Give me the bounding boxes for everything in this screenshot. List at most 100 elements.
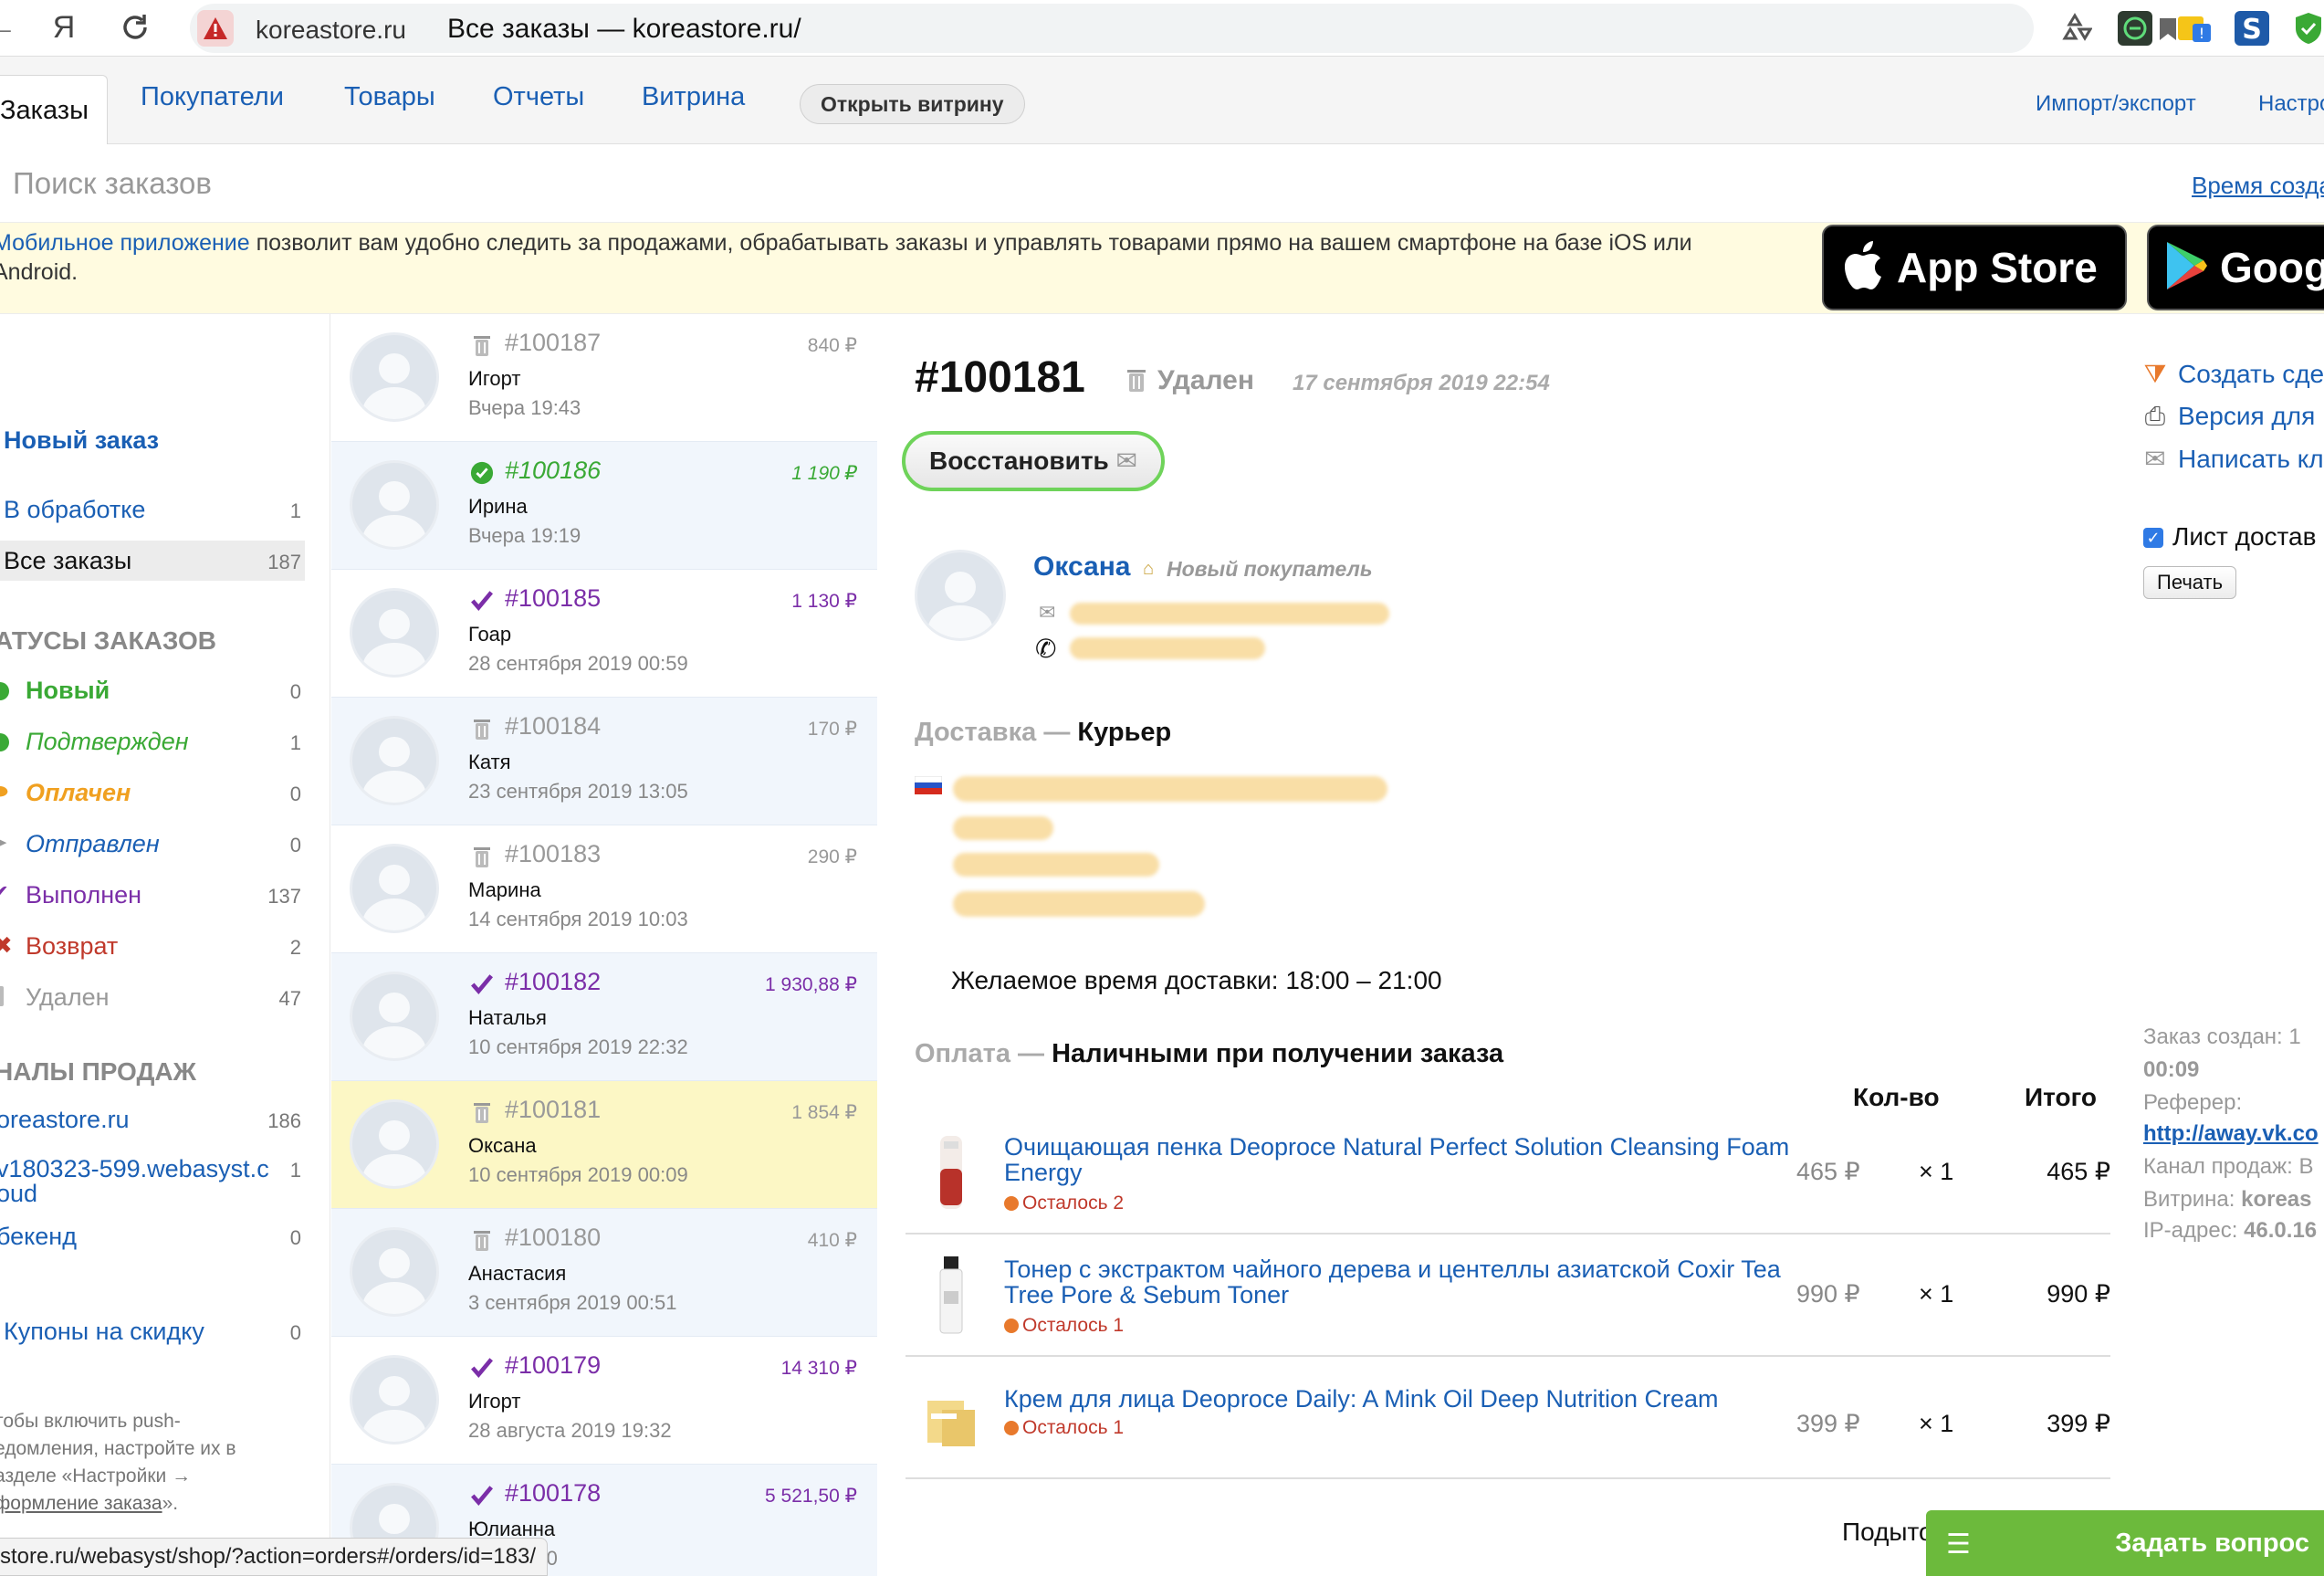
status-count: 1: [289, 731, 301, 754]
print-button[interactable]: Печать: [2143, 566, 2237, 599]
settings-link[interactable]: Настро: [2258, 91, 2324, 117]
order-row[interactable]: #100185 1 130 ₽ Гоар 28 сентября 2019 00:59: [331, 570, 877, 698]
status-count: 0: [289, 680, 301, 703]
order-amount: 1 190 ₽: [791, 463, 857, 484]
status-count: 0: [289, 834, 301, 856]
order-date: 10 сентября 2019 22:32: [468, 1035, 688, 1058]
yandex-icon[interactable]: Я: [46, 9, 82, 46]
product-name-link[interactable]: Очищающая пенка Deoproce Natural Perfect…: [1004, 1134, 1807, 1185]
ip-address: IP-адрес: 46.0.16: [2143, 1218, 2317, 1244]
product-thumbnail[interactable]: [924, 1255, 979, 1334]
channel-koreastore[interactable]: oreastore.ru 186: [0, 1099, 305, 1140]
new-order-link[interactable]: Новый заказ: [0, 420, 305, 460]
checkmark-icon: [470, 588, 494, 614]
tab-products[interactable]: Товары: [344, 82, 435, 112]
order-row[interactable]: #100187 840 ₽ Игорт Вчера 19:43: [331, 314, 877, 442]
order-status: Удален: [1157, 365, 1254, 395]
order-row[interactable]: #100182 1 930,88 ₽ Наталья 10 сентября 2019…: [331, 953, 877, 1081]
customer-avatar: [350, 1355, 439, 1445]
create-deal-link[interactable]: ⧩ Создать сде: [2143, 360, 2324, 390]
promo-text: Мобильное приложение позволит вам удобно…: [0, 228, 1754, 287]
customer-avatar: [350, 1227, 439, 1317]
svg-text:!: !: [2199, 25, 2204, 42]
product-thumbnail[interactable]: [924, 1132, 979, 1209]
channel-label: бекенд: [0, 1223, 77, 1250]
recycle-extension-icon[interactable]: [2057, 11, 2093, 46]
sidebar-item-processing[interactable]: В обработке 1: [0, 489, 305, 530]
channel-backend[interactable]: бекенд 0: [0, 1216, 305, 1256]
status-deleted[interactable]: Удален 47: [0, 977, 305, 1017]
bookmark-icon[interactable]: [2158, 16, 2178, 47]
stock-remaining: Осталось 1: [1004, 1417, 1124, 1439]
referer-link[interactable]: http://away.vk.co: [2143, 1121, 2319, 1146]
order-item-row: Тонер с экстрактом чайного дерева и цент…: [906, 1235, 2110, 1357]
open-storefront-button[interactable]: Открыть витрину: [800, 84, 1025, 124]
reload-icon[interactable]: [115, 9, 155, 46]
product-thumbnail[interactable]: [924, 1382, 979, 1455]
product-name-link[interactable]: Тонер с экстрактом чайного дерева и цент…: [1004, 1256, 1807, 1308]
app-store-badge[interactable]: App Store: [1822, 225, 2127, 310]
status-completed[interactable]: ✔ Выполнен 137: [0, 875, 305, 915]
status-refund[interactable]: ✖ Возврат 2: [0, 926, 305, 966]
tab-customers[interactable]: Покупатели: [141, 82, 284, 112]
tab-orders[interactable]: Заказы: [0, 75, 108, 145]
order-detail: #100181 Удален 17 сентября 2019 22:54 Во…: [878, 314, 2324, 1576]
warning-icon[interactable]: [197, 10, 234, 47]
restore-button[interactable]: Восстановить ✉: [902, 431, 1166, 491]
write-customer-link[interactable]: ✉ Написать кл: [2143, 444, 2323, 474]
customer-name-link[interactable]: Оксана: [1033, 552, 1131, 583]
s-extension-icon[interactable]: S: [2235, 11, 2269, 46]
order-row[interactable]: #100186 1 190 ₽ Ирина Вчера 19:19: [331, 442, 877, 570]
trash-icon: [470, 1099, 494, 1125]
order-customer: Анастасия: [468, 1262, 567, 1285]
tab-storefront[interactable]: Витрина: [642, 82, 745, 112]
tab-reports[interactable]: Отчеты: [493, 82, 584, 112]
order-row[interactable]: #100181 1 854 ₽ Оксана 10 сентября 2019 00:…: [331, 1081, 877, 1209]
green-extension-icon[interactable]: [2118, 11, 2152, 46]
order-date: 23 сентября 2019 13:05: [468, 780, 688, 803]
google-play-icon: [2163, 240, 2209, 296]
order-row[interactable]: #100183 290 ₽ Марина 14 сентября 2019 10:03: [331, 825, 877, 953]
folder-extension-icon[interactable]: !: [2176, 11, 2211, 46]
stock-dot-icon: [1004, 1319, 1019, 1333]
new-customer-icon: ⌂: [1143, 559, 1155, 579]
order-row[interactable]: #100180 410 ₽ Анастасия 3 сентября 2019 00:…: [331, 1209, 877, 1337]
coupons-link[interactable]: Купоны на скидку 0: [0, 1311, 305, 1351]
order-settings-link[interactable]: формление заказа: [0, 1493, 162, 1514]
product-name-link[interactable]: Крем для лица Deoproce Daily: A Mink Oil…: [1004, 1386, 1807, 1412]
delivery-sheet-checkbox[interactable]: ✓: [2143, 528, 2163, 548]
address-bar[interactable]: koreastore.ru Все заказы — koreastore.ru…: [190, 4, 2176, 53]
channel-webasyst-cloud[interactable]: v180323-599.webasyst.c oud 1: [0, 1149, 305, 1209]
redacted-email[interactable]: [1070, 603, 1389, 625]
search-input[interactable]: [13, 161, 1473, 206]
order-date: Вчера 19:43: [468, 396, 581, 419]
sidebar-item-all-orders[interactable]: Все заказы 187: [0, 541, 305, 581]
trash-icon: [0, 986, 4, 1006]
item-price: 465 ₽: [1796, 1158, 1860, 1185]
back-arrow-icon[interactable]: ←: [0, 9, 16, 46]
trash-icon: [470, 332, 494, 358]
status-new[interactable]: Новый 0: [0, 670, 305, 710]
google-play-badge[interactable]: Goog: [2147, 225, 2324, 310]
sort-by-created-link[interactable]: Время созда: [2192, 172, 2324, 200]
ask-question-button[interactable]: ☰ Задать вопрос: [1926, 1510, 2324, 1576]
status-paid[interactable]: ⬬ Оплачен 0: [0, 772, 305, 813]
checkmark-icon: [470, 1355, 494, 1381]
print-version-link[interactable]: ⎙ Версия для: [2143, 402, 2315, 432]
status-shipped[interactable]: ➤ Отправлен 0: [0, 824, 305, 864]
order-row[interactable]: #100179 14 310 ₽ Игорт 28 августа 2019 19:3…: [331, 1337, 877, 1465]
order-date: 14 сентября 2019 10:03: [468, 908, 688, 930]
order-number: #100183: [505, 840, 602, 867]
mobile-app-link[interactable]: Мобильное приложение: [0, 230, 250, 256]
order-row[interactable]: #100184 170 ₽ Катя 23 сентября 2019 13:05: [331, 698, 877, 825]
status-count: 137: [267, 885, 301, 908]
shield-extension-icon[interactable]: [2293, 11, 2324, 46]
order-customer: Оксана: [468, 1134, 537, 1157]
import-export-link[interactable]: Импорт/экспорт: [2036, 91, 2196, 117]
status-count: 0: [289, 783, 301, 805]
status-confirmed[interactable]: Подтвержден 1: [0, 721, 305, 762]
channel-count: 0: [289, 1226, 301, 1249]
order-amount: 1 130 ₽: [791, 591, 857, 612]
green-dot-icon: [0, 682, 9, 700]
order-item-row: Очищающая пенка Deoproce Natural Perfect…: [906, 1112, 2110, 1235]
